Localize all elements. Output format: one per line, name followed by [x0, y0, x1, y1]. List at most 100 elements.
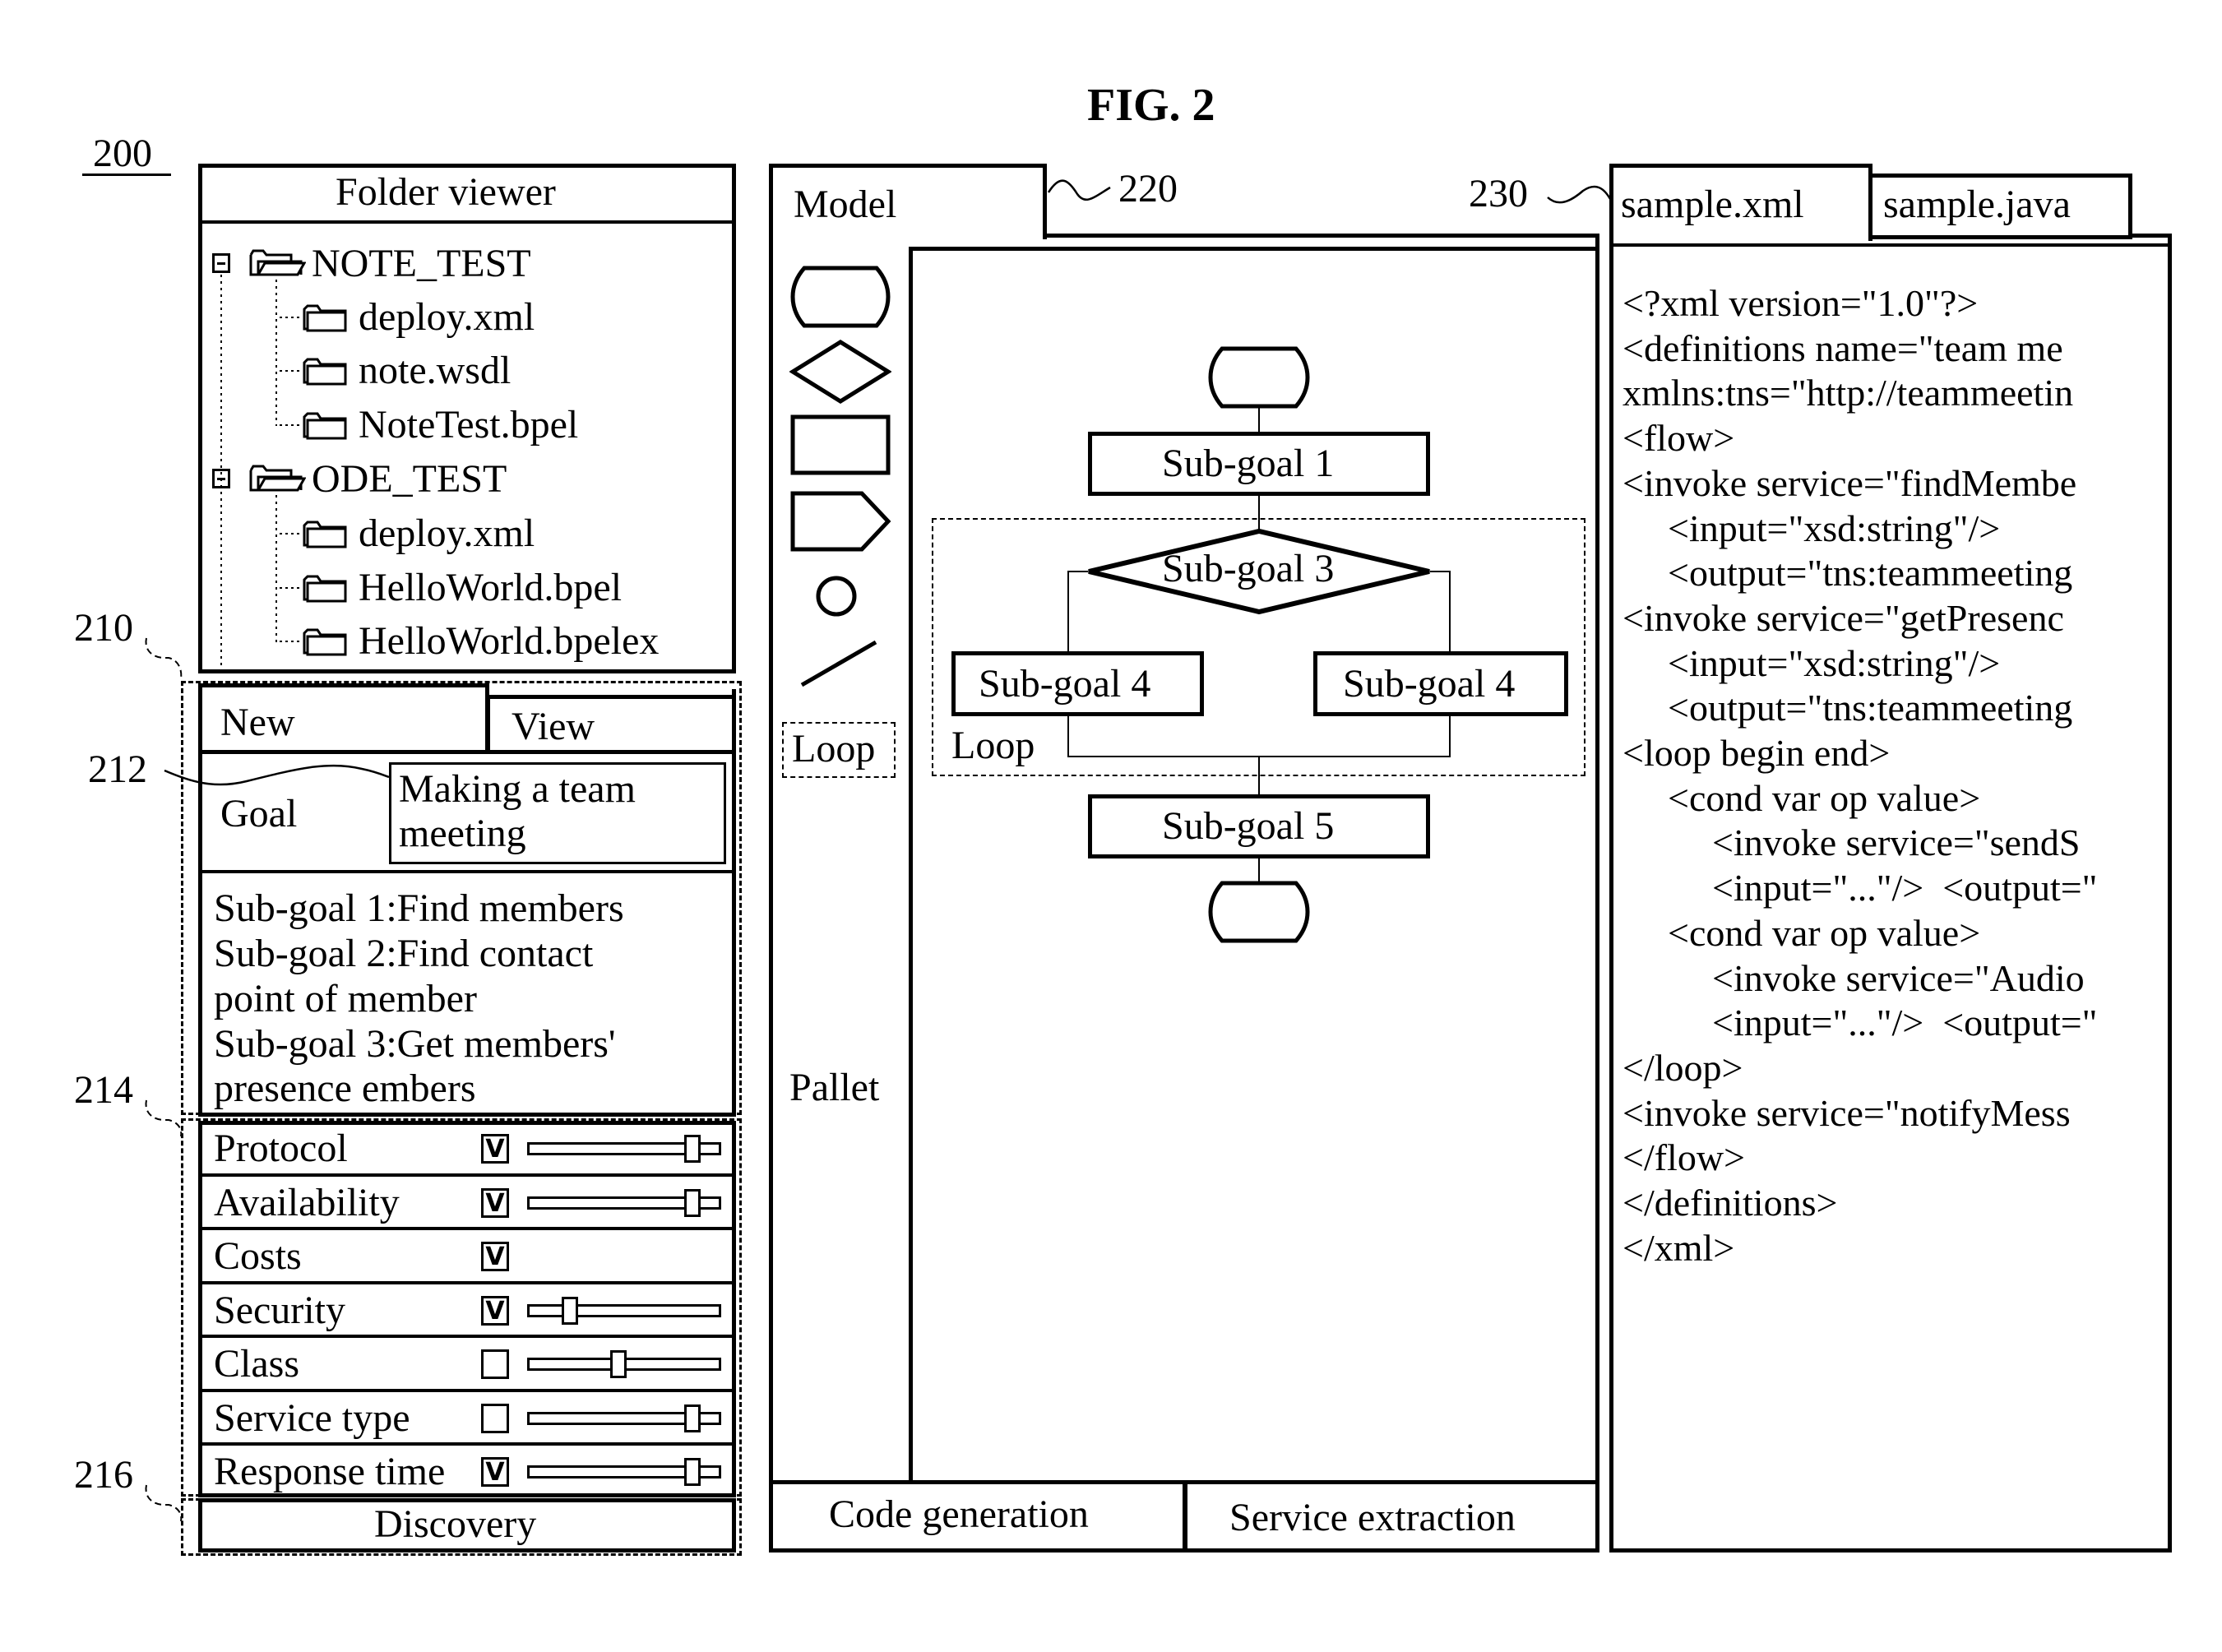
ref-214: 214 [74, 1068, 133, 1112]
qos-checkbox[interactable] [481, 1349, 509, 1379]
qos-row-label: Response time [214, 1450, 446, 1493]
offpage-shape-icon[interactable] [789, 490, 891, 553]
goal-row-divider [198, 870, 736, 873]
code-line: <input="xsd:string"/> [1668, 641, 2001, 684]
code-line: <definitions name="team me [1623, 326, 2063, 369]
flow-node-subgoal-4-left-label: Sub-goal 4 [979, 662, 1151, 706]
folder-open-icon [249, 249, 306, 276]
qos-slider-track[interactable] [527, 1303, 721, 1317]
folder-icon [303, 304, 347, 332]
tab-sample-java-label: sample.java [1883, 183, 2071, 226]
qos-row-label: Security [214, 1288, 345, 1332]
ref-200-underline [82, 174, 171, 176]
subgoal-line: presence embers [214, 1067, 476, 1110]
goal-input-value-line2: meeting [399, 812, 526, 855]
tree-file-label[interactable]: HelloWorld.bpelex [359, 622, 659, 661]
terminator-shape-icon[interactable] [789, 265, 891, 329]
tab-sample-xml-label: sample.xml [1621, 183, 1804, 226]
folder-icon [303, 358, 347, 386]
qos-row-label: Protocol [214, 1127, 348, 1170]
qos-checkbox[interactable]: V [481, 1295, 509, 1326]
qos-checkbox[interactable]: V [481, 1134, 509, 1164]
subgoal-line: point of member [214, 977, 477, 1020]
folder-icon [303, 412, 347, 440]
qos-row-divider [198, 1280, 736, 1284]
tree-file-label[interactable]: HelloWorld.bpel [359, 568, 622, 608]
qos-slider-thumb[interactable] [683, 1404, 701, 1432]
discovery-label: Discovery [374, 1502, 537, 1546]
qos-row-label: Costs [214, 1234, 302, 1278]
ref-216: 216 [74, 1453, 133, 1497]
flow-node-subgoal-3-label: Sub-goal 3 [1162, 547, 1335, 590]
code-line: xmlns:tns="http://teammeetin [1623, 372, 2074, 414]
tree-file-label[interactable]: deploy.xml [359, 514, 535, 553]
code-panel-header-divider [1613, 243, 2172, 247]
ref-230: 230 [1469, 172, 1528, 215]
line-shape-icon[interactable] [798, 638, 880, 689]
qos-checkbox[interactable]: V [481, 1242, 509, 1271]
circle-shape-icon[interactable] [814, 574, 859, 618]
tree-file-label[interactable]: NoteTest.bpel [359, 405, 578, 445]
qos-row-divider [198, 1173, 736, 1177]
tree-folder-label[interactable]: NOTE_TEST [312, 244, 531, 284]
loop-block-label: Loop [951, 724, 1035, 767]
flow-node-subgoal-1-label: Sub-goal 1 [1162, 442, 1335, 485]
code-line: </loop> [1623, 1046, 1743, 1089]
qos-checkbox[interactable]: V [481, 1457, 509, 1487]
folder-icon [303, 628, 347, 656]
code-line: <flow> [1623, 417, 1735, 460]
flow-node-subgoal-5-label: Sub-goal 5 [1162, 804, 1335, 848]
decision-shape-icon[interactable] [789, 339, 891, 405]
qos-slider-thumb[interactable] [683, 1135, 701, 1163]
collapse-toggle-icon[interactable] [212, 253, 230, 273]
code-line: <cond var op value> [1668, 911, 1981, 954]
code-line: <input="..."/> <output=" [1712, 1002, 2098, 1044]
qos-row-label: Availability [214, 1180, 400, 1224]
qos-checkbox[interactable]: V [481, 1187, 509, 1218]
code-line: <invoke service="Audio [1712, 956, 2085, 999]
code-line: <output="tns:teammeeting [1668, 552, 2073, 595]
service-extraction-label: Service extraction [1229, 1496, 1516, 1539]
tree-folder-label[interactable]: ODE_TEST [312, 460, 507, 499]
qos-row-divider [198, 1335, 736, 1338]
ref-200: 200 [93, 132, 152, 175]
tab-new-label: New [220, 701, 295, 744]
qos-slider-thumb[interactable] [609, 1350, 627, 1378]
qos-slider-thumb[interactable] [683, 1458, 701, 1486]
code-line: <input="..."/> <output=" [1712, 867, 2098, 909]
tree-file-label[interactable]: note.wsdl [359, 351, 511, 391]
end-terminator[interactable] [1207, 880, 1311, 944]
code-line: <invoke service="findMembe [1623, 461, 2077, 504]
code-line: <invoke service="getPresenc [1623, 596, 2064, 639]
qos-row-label: Class [214, 1342, 300, 1386]
folder-open-icon [249, 465, 306, 492]
qos-slider-thumb[interactable] [683, 1188, 701, 1217]
folder-viewer-title: Folder viewer [336, 170, 556, 214]
collapse-toggle-icon[interactable] [212, 469, 230, 488]
tree-file-label[interactable]: deploy.xml [359, 298, 535, 337]
tab-model-label: Model [794, 183, 897, 226]
figure-title: FIG. 2 [1087, 80, 1215, 131]
qos-row-divider [198, 1227, 736, 1230]
palette-label: Pallet [789, 1066, 880, 1109]
subgoal-line: Sub-goal 3:Get members' [214, 1022, 616, 1066]
goal-input-value-line1: Making a team [399, 767, 636, 811]
flow-node-subgoal-4-right-label: Sub-goal 4 [1343, 662, 1516, 706]
code-line: <invoke service="sendS [1712, 821, 2081, 864]
goal-label: Goal [220, 792, 298, 835]
tabs-divider [198, 750, 736, 754]
folder-icon [303, 521, 347, 548]
code-line: <?xml version="1.0"?> [1623, 282, 1979, 324]
start-terminator[interactable] [1207, 345, 1311, 410]
tab-view-label: View [512, 705, 595, 748]
qos-row-divider [198, 1442, 736, 1446]
code-line: </definitions> [1623, 1182, 1838, 1224]
ref-212: 212 [88, 747, 147, 791]
code-line: </xml> [1623, 1226, 1735, 1269]
qos-slider-thumb[interactable] [561, 1296, 578, 1325]
code-line: <invoke service="notifyMess [1623, 1091, 2071, 1134]
qos-checkbox[interactable] [481, 1403, 509, 1433]
process-shape-icon[interactable] [789, 414, 891, 476]
loop-shape-label: Loop [792, 727, 876, 770]
qos-row-label: Service type [214, 1395, 410, 1440]
